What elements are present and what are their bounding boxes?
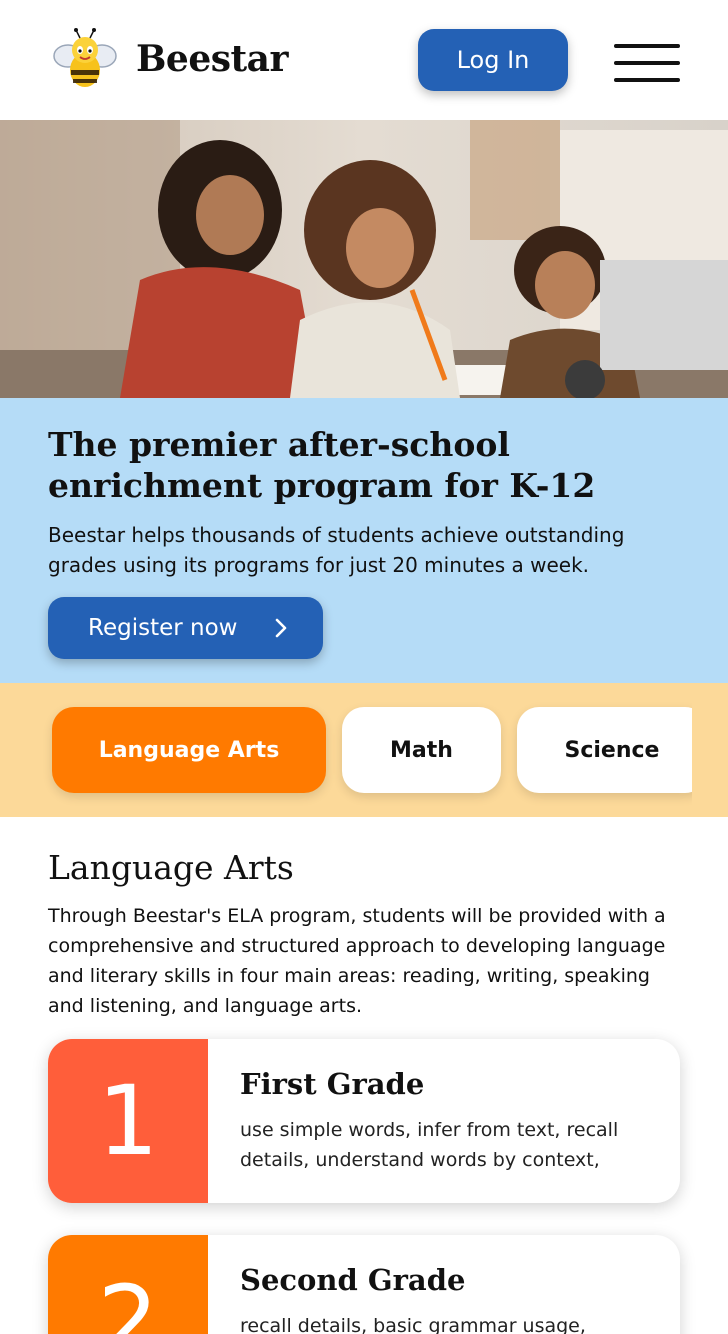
register-now-button[interactable]: Register now bbox=[48, 597, 323, 659]
grade-title: First Grade bbox=[240, 1067, 425, 1101]
hero-photo bbox=[0, 120, 728, 398]
grade-title: Second Grade bbox=[240, 1263, 466, 1297]
grade-number: 2 bbox=[48, 1235, 208, 1334]
grade-description: use simple words, infer from text, recal… bbox=[240, 1119, 619, 1171]
tab-math[interactable]: Math bbox=[342, 707, 501, 793]
subject-tabs: Language Arts Math Science bbox=[0, 683, 728, 817]
section-title: Language Arts bbox=[48, 848, 294, 887]
login-button[interactable]: Log In bbox=[418, 29, 568, 91]
grade-number: 1 bbox=[48, 1039, 208, 1203]
grade-card[interactable]: 2 Second Grade recall details, basic gra… bbox=[48, 1235, 680, 1334]
intro-section: The premier after-school enrichment prog… bbox=[0, 398, 728, 683]
register-label: Register now bbox=[88, 615, 238, 641]
bee-logo-icon[interactable] bbox=[50, 26, 120, 96]
brand-name[interactable]: Beestar bbox=[136, 38, 288, 80]
tab-language-arts[interactable]: Language Arts bbox=[52, 707, 326, 793]
grade-card[interactable]: 1 First Grade use simple words, infer fr… bbox=[48, 1039, 680, 1203]
intro-headline: The premier after-school enrichment prog… bbox=[48, 425, 596, 505]
intro-body: Beestar helps thousands of students achi… bbox=[48, 523, 625, 577]
chevron-right-icon bbox=[275, 618, 287, 638]
section-description: Through Beestar's ELA program, students … bbox=[48, 905, 666, 1017]
grade-description: recall details, basic grammar usage, bbox=[240, 1315, 586, 1334]
hamburger-menu-icon[interactable] bbox=[614, 44, 680, 82]
site-header: Beestar Log In bbox=[0, 0, 728, 120]
tab-science[interactable]: Science bbox=[517, 707, 692, 793]
